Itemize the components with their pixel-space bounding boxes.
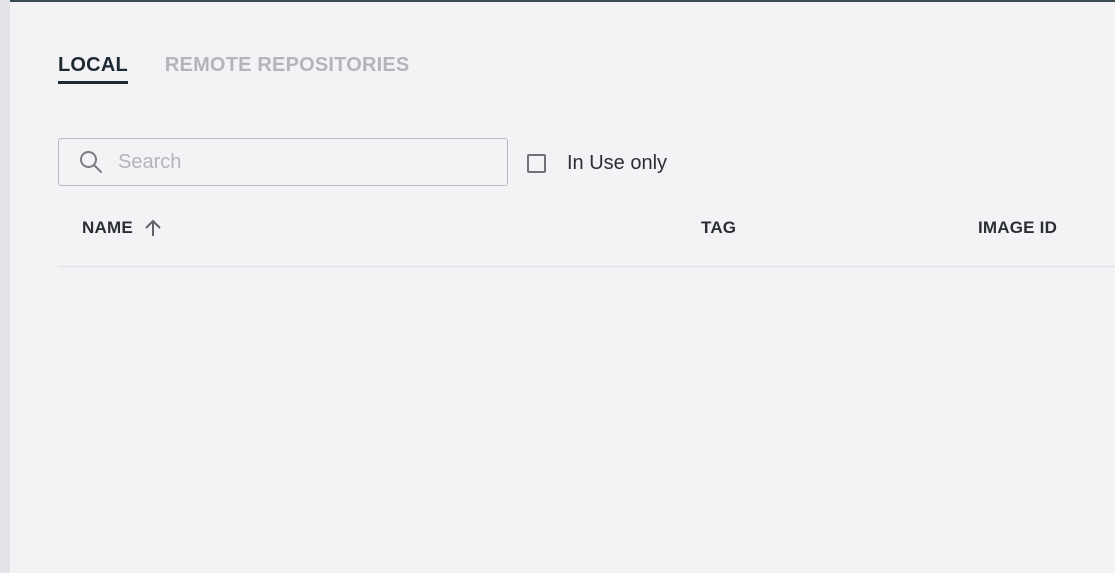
top-border xyxy=(10,0,1115,2)
images-page: LOCAL REMOTE REPOSITORIES In Use only NA… xyxy=(0,0,1115,573)
search-icon xyxy=(78,149,104,175)
search-input[interactable] xyxy=(116,149,480,175)
left-sidebar-edge xyxy=(0,0,10,573)
arrow-up-icon xyxy=(143,218,163,238)
column-header-name[interactable]: NAME xyxy=(82,216,163,240)
column-header-image-id[interactable]: IMAGE ID xyxy=(978,216,1057,240)
search-box[interactable] xyxy=(58,138,508,186)
in-use-only-label: In Use only xyxy=(567,151,668,174)
tab-local[interactable]: LOCAL xyxy=(58,52,128,84)
tab-bar: LOCAL REMOTE REPOSITORIES xyxy=(58,52,409,86)
in-use-only-filter[interactable]: In Use only xyxy=(527,150,667,176)
column-header-name-label: NAME xyxy=(82,218,133,237)
column-header-tag[interactable]: TAG xyxy=(701,216,736,240)
tab-remote-repositories[interactable]: REMOTE REPOSITORIES xyxy=(165,52,410,84)
table-header: NAME TAG IMAGE ID xyxy=(58,206,1115,267)
in-use-only-checkbox[interactable] xyxy=(527,153,546,173)
